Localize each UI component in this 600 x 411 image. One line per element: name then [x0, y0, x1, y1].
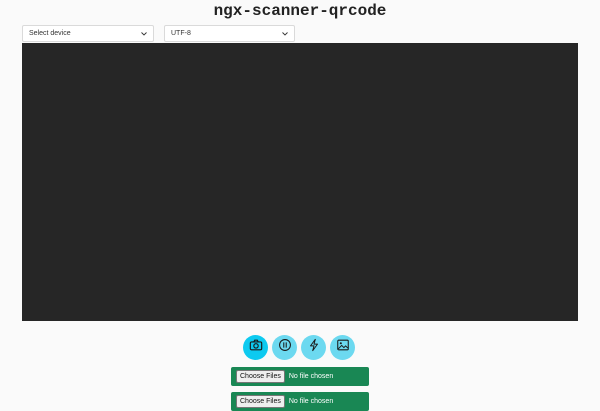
file-status: No file chosen — [288, 398, 334, 405]
page-title: ngx-scanner-qrcode — [213, 2, 387, 20]
file-status: No file chosen — [288, 373, 334, 380]
image-button[interactable] — [330, 335, 355, 360]
torch-button[interactable] — [301, 335, 326, 360]
device-select[interactable]: Select device — [22, 25, 154, 42]
camera-icon — [249, 338, 263, 357]
pause-button[interactable] — [272, 335, 297, 360]
device-select-value: Select device — [29, 30, 71, 37]
file-input-2[interactable]: Choose Files No file chosen — [231, 392, 369, 411]
chevron-down-icon — [282, 26, 288, 41]
flash-icon — [307, 338, 321, 357]
encoding-select-value: UTF-8 — [171, 30, 191, 37]
pause-icon — [278, 338, 292, 357]
image-icon — [336, 338, 350, 357]
scanner-controls — [243, 335, 355, 361]
file-input-1[interactable]: Choose Files No file chosen — [231, 367, 369, 386]
camera-button[interactable] — [243, 335, 268, 360]
chevron-down-icon — [141, 26, 147, 41]
encoding-select[interactable]: UTF-8 — [164, 25, 295, 42]
camera-video-preview — [22, 43, 578, 321]
choose-files-button[interactable]: Choose Files — [236, 370, 285, 383]
choose-files-button[interactable]: Choose Files — [236, 395, 285, 408]
